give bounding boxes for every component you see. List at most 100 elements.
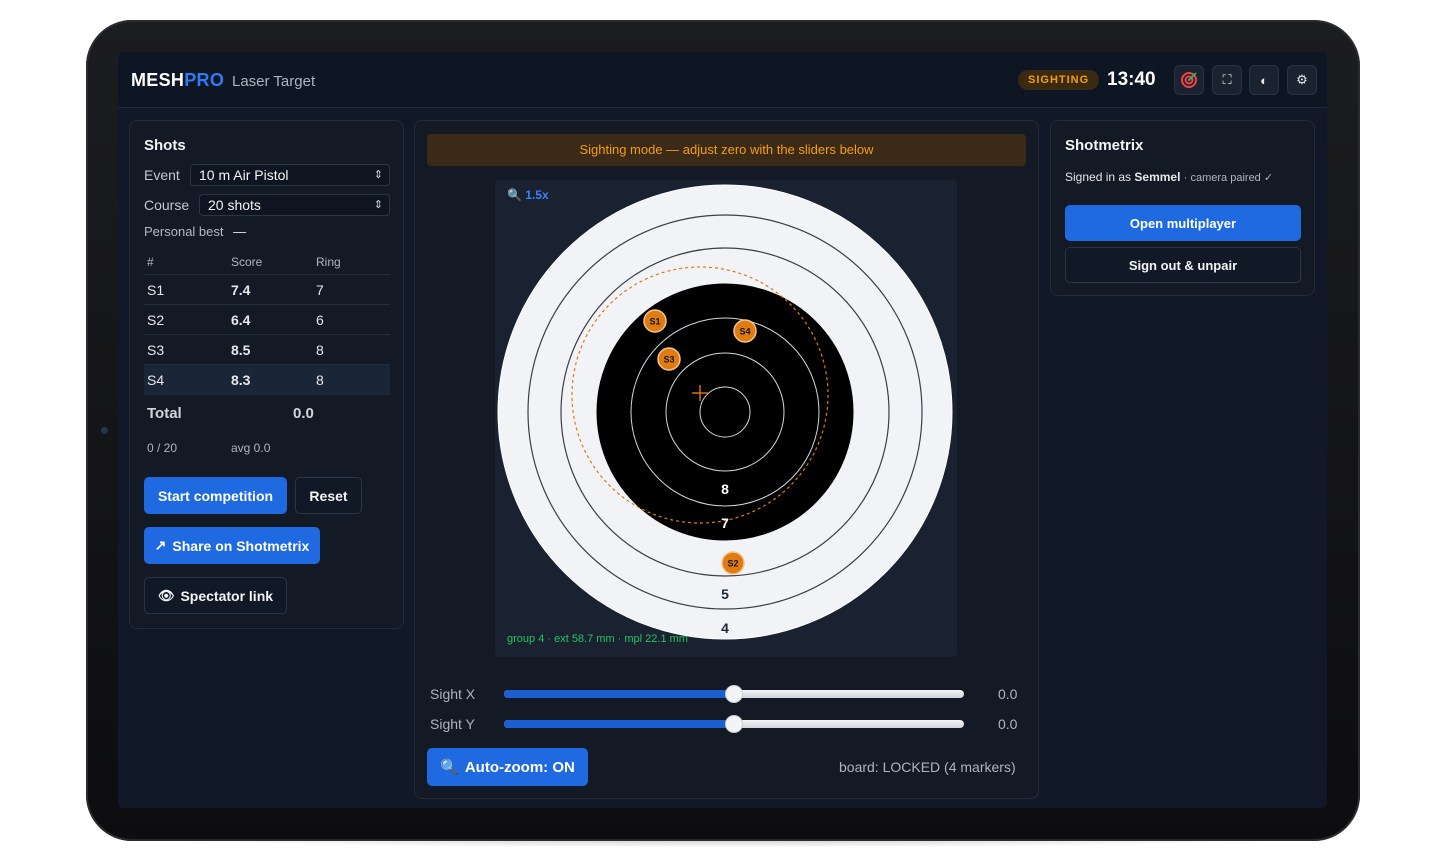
- reset-button[interactable]: Reset: [295, 477, 362, 514]
- shot-score: 6.4: [231, 312, 251, 328]
- sign-out-button[interactable]: Sign out & unpair: [1065, 247, 1301, 283]
- sight-x-thumb[interactable]: [725, 685, 743, 703]
- shot-id: S1: [147, 282, 165, 298]
- shot-id: S4: [147, 372, 165, 388]
- signed-in-status: Signed in as Semmel · camera paired ✓: [1065, 170, 1273, 184]
- shots-table: # Score Ring S1 7.4 7 S2 6.4 6 S3 8.5 8 …: [144, 249, 390, 395]
- event-select[interactable]: 10 m Air Pistol ⇕: [190, 164, 390, 186]
- sight-y-thumb[interactable]: [725, 715, 743, 733]
- target-icon: [1181, 72, 1197, 88]
- chevron-updown-icon: ⇕: [373, 169, 383, 181]
- spectator-label: Spectator link: [180, 587, 274, 604]
- table-row[interactable]: S3 8.5 8: [144, 335, 390, 365]
- sighting-banner: Sighting mode — adjust zero with the sli…: [427, 134, 1026, 166]
- shot-marker-s3[interactable]: S3: [657, 347, 681, 371]
- app-subtitle: Laser Target: [232, 73, 316, 90]
- sight-x-label: Sight X: [430, 686, 476, 702]
- open-multiplayer-label: Open multiplayer: [1129, 215, 1237, 231]
- reset-label: Reset: [309, 487, 348, 504]
- board-status: board: LOCKED (4 markers): [839, 759, 1016, 775]
- course-label: Course: [144, 197, 190, 213]
- autozoom-label: Auto-zoom: ON: [464, 758, 575, 776]
- course-select[interactable]: 20 shots ⇕: [199, 194, 390, 216]
- table-row-selected[interactable]: S4 8.3 8: [144, 365, 390, 395]
- shotmetrix-panel: Shotmetrix Signed in as Semmel · camera …: [1050, 120, 1315, 296]
- page: MESHPRO Laser Target SIGHTING 13:40 ⛶ ◐ …: [0, 0, 1445, 867]
- contrast-icon: ◐: [1260, 72, 1268, 88]
- mode-badge: SIGHTING: [1018, 70, 1100, 90]
- shot-average: avg 0.0: [231, 441, 271, 455]
- open-multiplayer-button[interactable]: Open multiplayer: [1065, 205, 1301, 241]
- column-header: Score: [231, 255, 263, 269]
- table-row[interactable]: S2 6.4 6: [144, 305, 390, 335]
- sight-x-value: 0.0: [998, 686, 1018, 702]
- target-view[interactable]: 8 7 5 4 S1 S2 S3 S4 🔍 1.5x group 4 · ext…: [495, 180, 957, 657]
- shot-ring: 7: [316, 282, 324, 298]
- settings-icon: ⚙: [1296, 72, 1308, 87]
- ring-number-4: 4: [721, 620, 729, 636]
- sign-out-label: Sign out & unpair: [1128, 257, 1238, 273]
- column-header: Ring: [316, 255, 341, 269]
- shot-marker-s2[interactable]: S2: [721, 551, 745, 575]
- front-camera: [101, 427, 108, 434]
- table-header: # Score Ring: [144, 249, 390, 275]
- total-value: 0.0: [293, 405, 314, 422]
- table-row[interactable]: S1 7.4 7: [144, 275, 390, 305]
- fullscreen-button[interactable]: ⛶: [1212, 65, 1242, 95]
- shot-ring: 8: [316, 342, 324, 358]
- event-value: 10 m Air Pistol: [199, 167, 289, 183]
- chevron-updown-icon: ⇕: [373, 199, 383, 211]
- start-competition-button[interactable]: Start competition: [144, 477, 287, 514]
- total-label: Total: [147, 405, 182, 422]
- sight-y-slider[interactable]: [504, 715, 964, 733]
- autozoom-button[interactable]: 🔍 Auto-zoom: ON: [427, 748, 588, 786]
- shot-count: 0 / 20: [147, 441, 178, 455]
- personal-best: Personal best —: [144, 224, 246, 239]
- target-panel: Sighting mode — adjust zero with the sli…: [414, 120, 1039, 799]
- shot-marker-s1[interactable]: S1: [643, 309, 667, 333]
- personal-best-label: Personal best: [144, 224, 224, 239]
- sight-y-label: Sight Y: [430, 716, 475, 732]
- target-mode-button[interactable]: [1174, 65, 1204, 95]
- shot-marker-label: S4: [739, 327, 750, 337]
- brand-logo: MESHPRO: [131, 70, 224, 91]
- ring-4: [596, 283, 854, 541]
- zoom-indicator: 🔍 1.5x: [507, 188, 549, 202]
- clock: 13:40: [1107, 69, 1156, 90]
- zoom-level: 1.5x: [525, 188, 549, 202]
- eye-icon: 👁: [157, 587, 175, 603]
- share-label: Share on Shotmetrix: [172, 537, 310, 554]
- shot-marker-label: S3: [663, 355, 674, 365]
- settings-button[interactable]: ⚙: [1287, 65, 1317, 95]
- brand-pro: PRO: [184, 70, 225, 90]
- course-value: 20 shots: [208, 197, 261, 213]
- fullscreen-icon: ⛶: [1222, 72, 1232, 87]
- ring-number-7: 7: [721, 515, 729, 531]
- brand-mesh: MESH: [131, 70, 185, 90]
- shot-id: S2: [147, 312, 165, 328]
- external-link-icon: ↗: [154, 537, 167, 553]
- shotmetrix-title: Shotmetrix: [1065, 137, 1144, 154]
- ring-number-5: 5: [721, 586, 729, 602]
- top-bar: MESHPRO Laser Target SIGHTING 13:40 ⛶ ◐ …: [118, 52, 1327, 108]
- shot-score: 7.4: [231, 282, 251, 298]
- shot-score: 8.3: [231, 372, 251, 388]
- camera-paired-status: · camera paired ✓: [1183, 172, 1274, 184]
- shot-counts: 0 / 20 avg 0.0: [147, 441, 270, 455]
- ring-number-8: 8: [721, 481, 729, 497]
- signed-prefix: Signed in as: [1065, 170, 1132, 184]
- username: Semmel: [1134, 170, 1181, 184]
- spectator-link-button[interactable]: 👁 Spectator link: [144, 577, 287, 614]
- theme-toggle-button[interactable]: ◐: [1249, 65, 1279, 95]
- sight-y-value: 0.0: [998, 716, 1018, 732]
- shot-marker-s4[interactable]: S4: [733, 319, 757, 343]
- shots-title: Shots: [144, 137, 186, 154]
- group-info: group 4 · ext 58.7 mm · mpl 22.1 mm: [507, 633, 688, 645]
- share-shotmetrix-button[interactable]: ↗ Share on Shotmetrix: [144, 527, 320, 564]
- shot-ring: 8: [316, 372, 324, 388]
- sight-x-fill: [504, 690, 734, 698]
- start-competition-label: Start competition: [157, 487, 274, 504]
- shot-id: S3: [147, 342, 165, 358]
- shot-marker-label: S1: [649, 317, 660, 327]
- sight-x-slider[interactable]: [504, 685, 964, 703]
